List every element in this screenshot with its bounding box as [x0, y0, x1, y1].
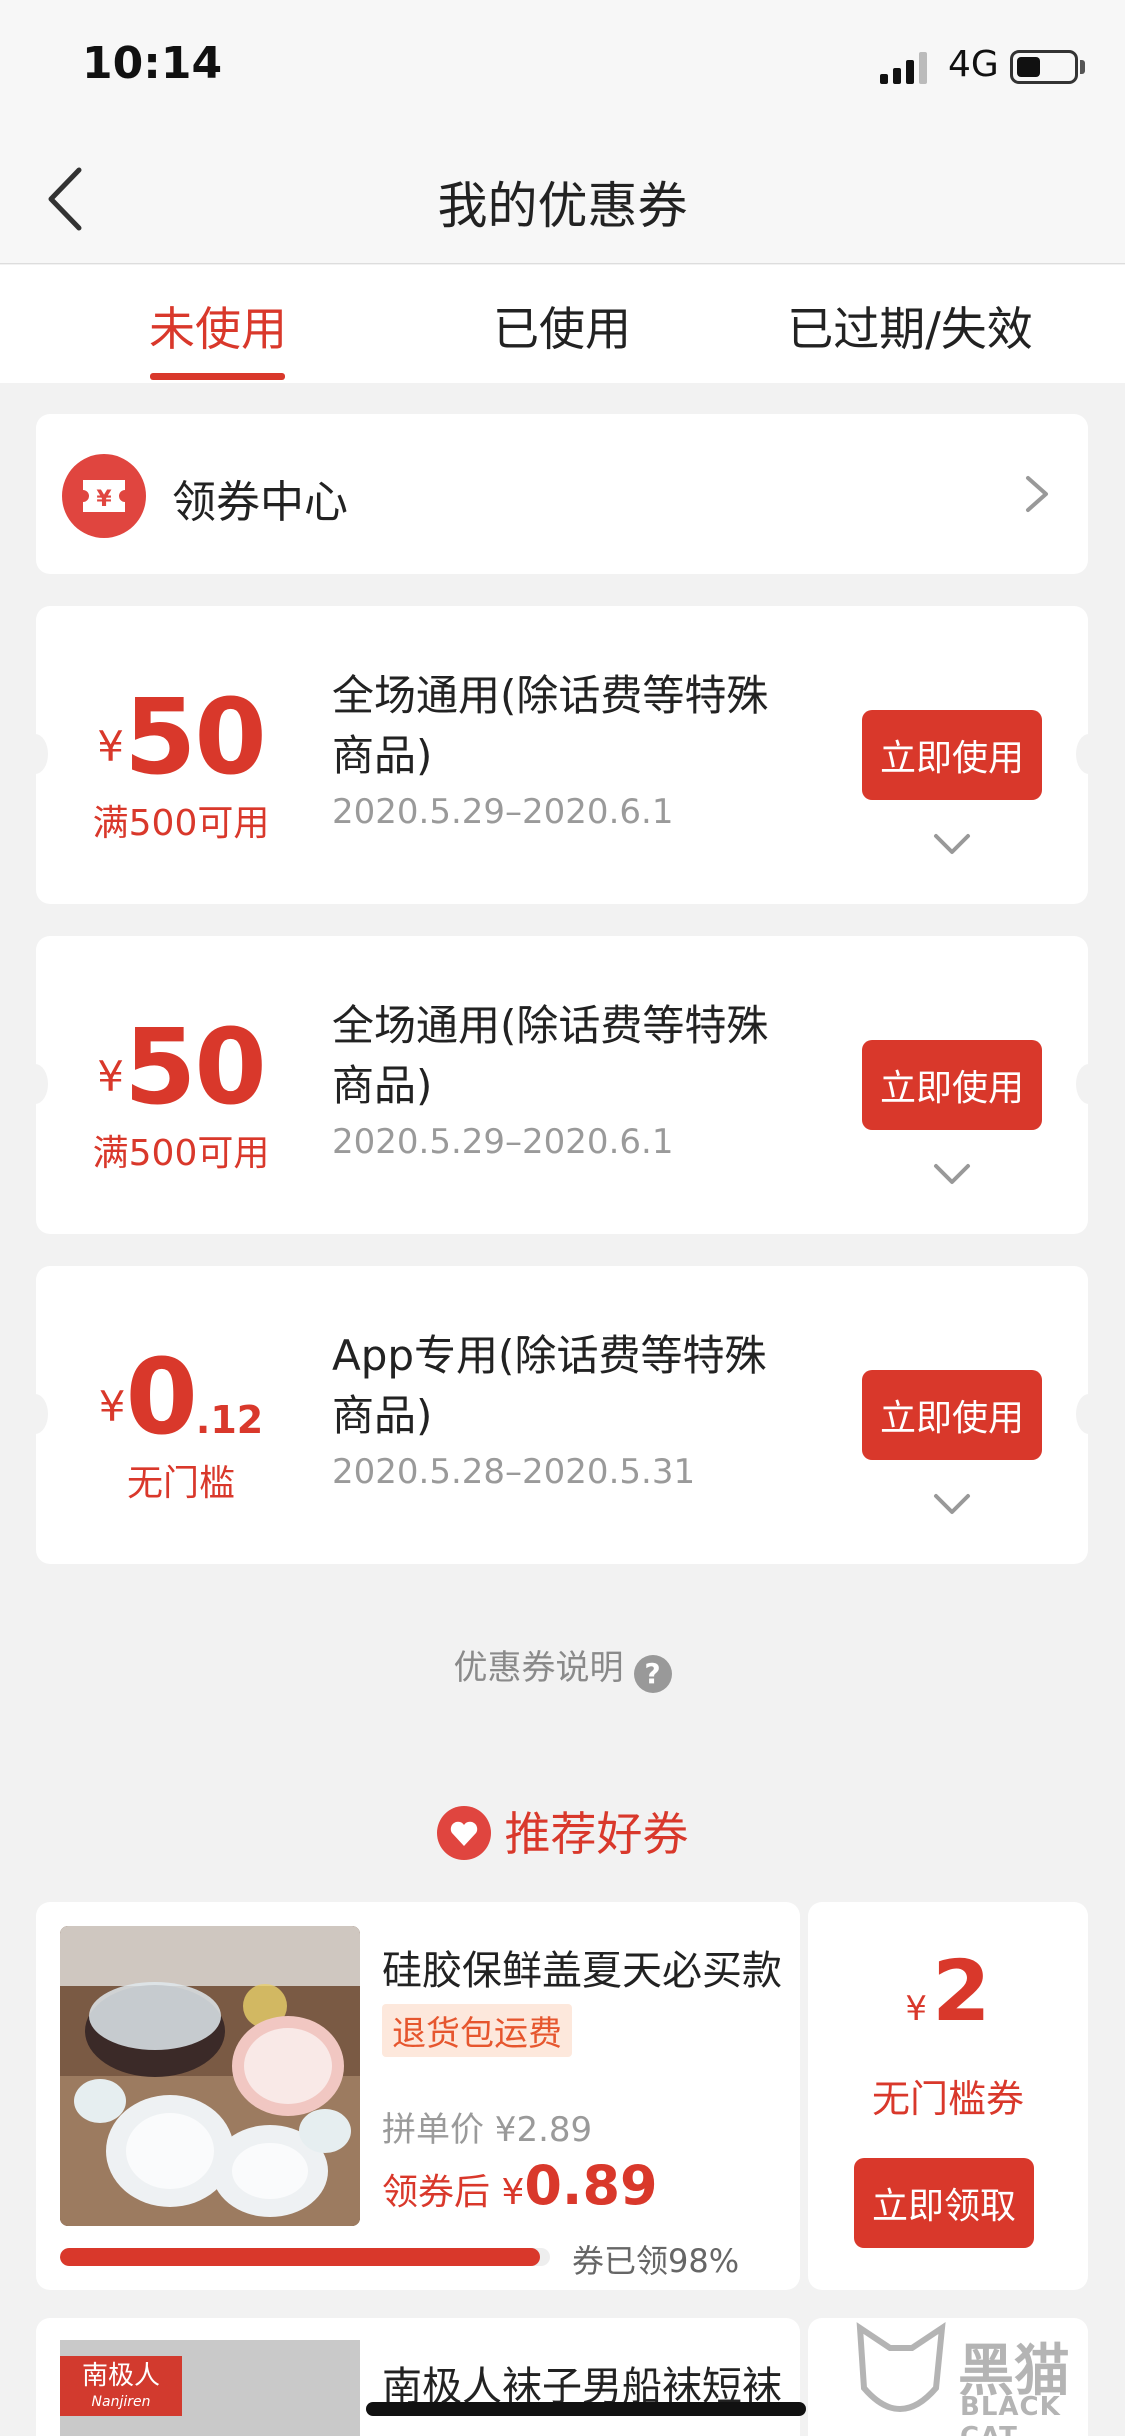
voucher-amount: ¥ 2 — [905, 1942, 991, 2040]
coupon-title: 全场通用(除话费等特殊商品) — [332, 671, 769, 780]
claim-progress-bar — [60, 2248, 550, 2266]
svg-text:¥: ¥ — [96, 487, 112, 512]
price-after-coupon: 领券后 ¥0.89 — [382, 2154, 658, 2217]
battery-tip — [1080, 60, 1085, 74]
tab-unused[interactable]: 未使用 — [130, 293, 306, 359]
coupon-date: 2020.5.28–2020.5.31 — [332, 1452, 696, 1492]
active-tab-indicator — [150, 373, 285, 380]
heart-badge-icon — [436, 1806, 491, 1860]
chevron-down-icon[interactable] — [932, 1160, 972, 1188]
nav-bar: 我的优惠券 — [0, 132, 1125, 264]
chevron-down-icon[interactable] — [932, 830, 972, 858]
redaction-bar — [366, 2402, 806, 2416]
status-bar: 10:14 4G — [0, 0, 1125, 132]
coupon-condition: 满500可用 — [92, 803, 270, 844]
product-image: 南极人 Nanjiren — [60, 2340, 360, 2436]
page-title: 我的优惠券 — [437, 177, 688, 235]
claim-now-button[interactable]: 立即领取 — [854, 2158, 1034, 2248]
recommend-title: 推荐好券 — [504, 1807, 689, 1861]
coupon-date: 2020.5.29–2020.6.1 — [332, 1122, 674, 1162]
coupon-condition: 满500可用 — [92, 1133, 270, 1174]
coupon-explanation-label: 优惠券说明 — [453, 1648, 624, 1688]
use-now-button[interactable]: 立即使用 — [862, 710, 1042, 800]
question-icon: ? — [633, 1655, 672, 1693]
coupon-card: ¥50 满500可用 全场通用(除话费等特殊商品) 2020.5.29–2020… — [36, 936, 1088, 1234]
coupon-card: ¥0.12 无门槛 App专用(除话费等特殊商品) 2020.5.28–2020… — [36, 1266, 1088, 1564]
coupon-amount: ¥0.12 — [98, 1336, 264, 1458]
coupon-date: 2020.5.29–2020.6.1 — [332, 792, 674, 832]
recommend-header: 推荐好券 — [0, 1798, 1125, 1864]
recommended-product-card[interactable]: 硅胶保鲜盖夏天必买款 退货包运费 拼单价 ¥2.89 领券后 ¥0.89 券已领… — [36, 1902, 800, 2290]
product-image — [60, 1926, 360, 2226]
claimed-percent: 券已领98% — [572, 2242, 740, 2280]
status-time: 10:14 — [82, 38, 223, 89]
recommended-product-card[interactable]: 南极人 Nanjiren 南极人袜子男船袜短袜 — [36, 2318, 806, 2436]
product-title: 硅胶保鲜盖夏天必买款 — [382, 1948, 782, 1994]
use-now-button[interactable]: 立即使用 — [862, 1040, 1042, 1130]
use-now-button[interactable]: 立即使用 — [862, 1370, 1042, 1460]
coupon-amount: ¥50 — [97, 676, 266, 798]
coupon-center-label: 领券中心 — [172, 477, 348, 528]
cat-logo-icon — [856, 2321, 946, 2412]
coupon-center-row[interactable]: ¥ 领券中心 — [36, 414, 1088, 574]
watermark: 黑猫 BLACK CAT — [850, 2318, 1125, 2436]
coupon-amount: ¥50 — [97, 1006, 266, 1128]
tab-used[interactable]: 已使用 — [472, 293, 652, 359]
battery-icon — [1010, 50, 1078, 84]
network-type: 4G — [948, 44, 999, 85]
chevron-right-icon — [1026, 476, 1048, 512]
tab-bar: 未使用 已使用 已过期/失效 — [0, 265, 1125, 383]
coupon-title: 全场通用(除话费等特殊商品) — [332, 1001, 769, 1110]
coupon-card: ¥50 满500可用 全场通用(除话费等特殊商品) 2020.5.29–2020… — [36, 606, 1088, 904]
coupon-title: App专用(除话费等特殊商品) — [332, 1331, 767, 1440]
coupon-condition: 无门槛 — [126, 1463, 235, 1504]
brand-logo: 南极人 Nanjiren — [60, 2356, 182, 2416]
coupon-explanation-link[interactable]: 优惠券说明? — [0, 1640, 1125, 1693]
voucher-card: ¥ 2 无门槛券 立即领取 — [808, 1902, 1088, 2290]
group-price: 拼单价 ¥2.89 — [382, 2110, 593, 2150]
tab-expired[interactable]: 已过期/失效 — [770, 293, 1050, 359]
chevron-down-icon[interactable] — [932, 1490, 972, 1518]
cellular-signal-icon — [880, 52, 927, 84]
coupon-ticket-icon: ¥ — [62, 454, 146, 538]
free-return-badge: 退货包运费 — [382, 2004, 572, 2057]
voucher-condition: 无门槛券 — [871, 2077, 1024, 2121]
